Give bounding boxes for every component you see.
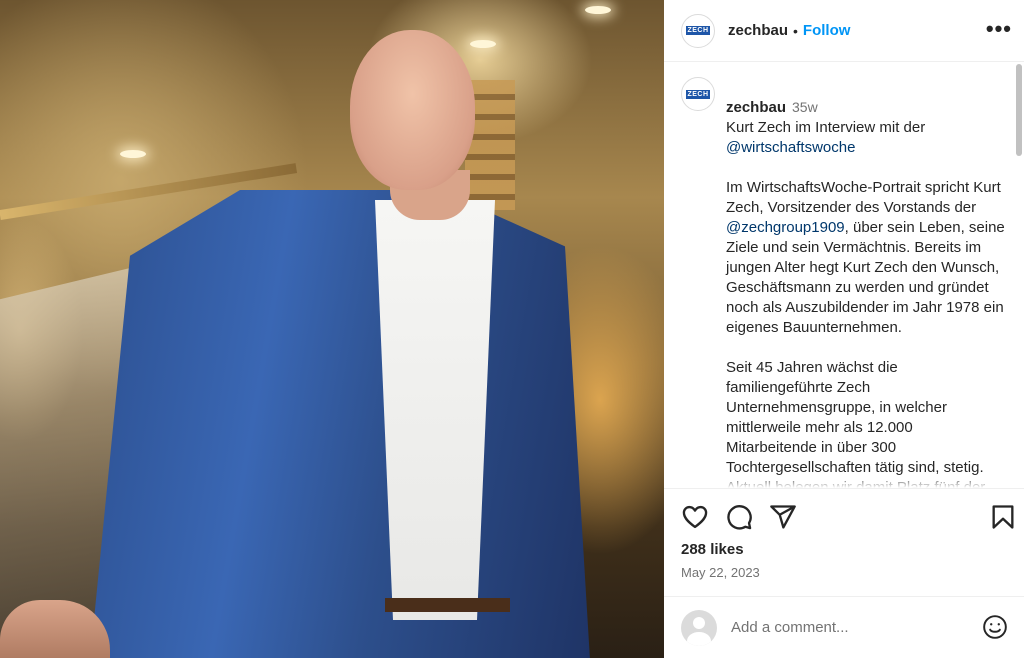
post-side-panel: ZECH zechbau • Follow ••• ZECH zechbau 35… — [664, 0, 1024, 658]
mention-link[interactable]: @wirtschaftswoche — [726, 139, 855, 156]
post-image[interactable] — [0, 0, 664, 658]
author-username[interactable]: zechbau — [728, 22, 788, 39]
separator-dot: • — [793, 22, 798, 39]
comment-icon[interactable] — [725, 503, 753, 531]
image-person — [0, 0, 664, 658]
person-hand — [0, 600, 110, 658]
caption: ZECH zechbau 35w Kurt Zech im Interview m… — [681, 77, 1011, 488]
emoji-icon[interactable] — [982, 614, 1008, 640]
caption-time[interactable]: 35w — [792, 99, 818, 115]
person-jacket — [90, 190, 590, 658]
caption-avatar[interactable]: ZECH — [681, 77, 715, 111]
more-options-icon[interactable]: ••• — [986, 18, 1012, 40]
caption-username[interactable]: zechbau — [726, 99, 786, 116]
user-avatar — [681, 609, 717, 646]
mention-link[interactable]: @zechgroup1909 — [726, 219, 845, 236]
post-actions: 288 likes May 22, 2023 — [664, 488, 1024, 590]
person-belt — [385, 598, 510, 612]
comment-input[interactable] — [731, 619, 961, 636]
caption-text: Im WirtschaftsWoche-Portrait spricht Kur… — [726, 179, 1001, 216]
zech-logo-icon: ZECH — [686, 26, 710, 35]
send-icon[interactable] — [769, 503, 797, 531]
caption-scroll-area[interactable]: ZECH zechbau 35w Kurt Zech im Interview m… — [664, 63, 1024, 488]
likes-count[interactable]: 288 likes — [681, 541, 744, 558]
author-avatar[interactable]: ZECH — [681, 13, 715, 48]
caption-paragraph-3: Seit 45 Jahren wächst die familiengeführ… — [726, 359, 985, 488]
post-header: ZECH zechbau • Follow ••• — [664, 0, 1024, 62]
caption-scrollbar[interactable] — [1016, 64, 1022, 156]
caption-fade — [664, 474, 1024, 488]
caption-body: zechbau 35w Kurt Zech im Interview mit de… — [726, 77, 1006, 488]
person-head — [350, 30, 475, 190]
zech-logo-icon: ZECH — [686, 89, 710, 99]
caption-text: , über sein Leben, seine Ziele und sein … — [726, 219, 1005, 336]
follow-button[interactable]: Follow — [803, 22, 851, 39]
caption-line1: Kurt Zech im Interview mit der — [726, 119, 926, 136]
caption-paragraph-2: Im WirtschaftsWoche-Portrait spricht Kur… — [726, 178, 1006, 338]
bookmark-icon[interactable] — [989, 503, 1017, 531]
comment-bar — [664, 596, 1024, 658]
post-date[interactable]: May 22, 2023 — [681, 565, 760, 580]
heart-icon[interactable] — [681, 503, 709, 531]
